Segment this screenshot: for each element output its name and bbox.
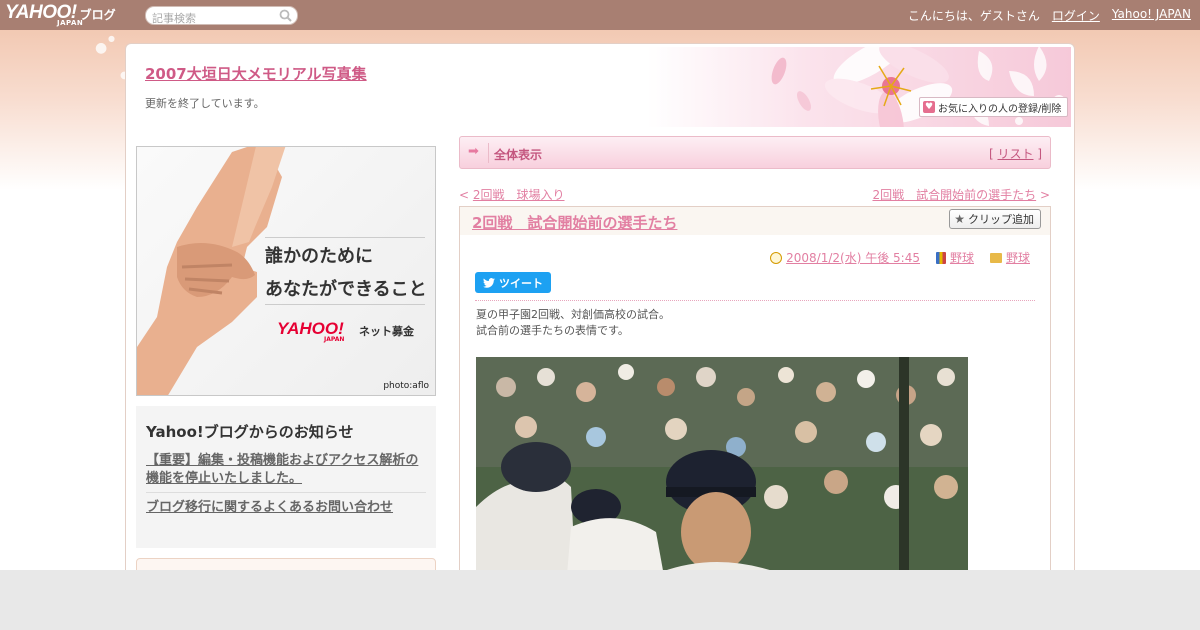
banner-photo-credit: photo:aflo xyxy=(383,381,429,391)
next-article-nav: 2回戦 試合開始前の選手たち > xyxy=(872,188,1050,202)
nav-divider xyxy=(488,143,489,163)
star-icon: ★ xyxy=(954,212,965,226)
clock-icon xyxy=(770,251,783,264)
favorite-button-label: お気に入りの人の登録/削除 xyxy=(938,103,1062,115)
article-folder-link[interactable]: 野球 xyxy=(1006,249,1030,266)
notice-link-important[interactable]: 【重要】編集・投稿機能およびアクセス解析の機能を停止いたしました。 xyxy=(146,452,426,488)
article-category-link[interactable]: 野球 xyxy=(950,249,974,266)
login-link[interactable]: ログイン xyxy=(1052,7,1100,24)
yahoo-japan-link[interactable]: Yahoo! JAPAN xyxy=(1112,7,1191,24)
folder-icon xyxy=(989,252,1002,263)
banner-line2: あなたができること xyxy=(265,279,427,300)
banner-yahoo-japan-text: JAPAN xyxy=(324,336,345,343)
logo-japan-text: JAPAN xyxy=(57,19,84,27)
banner-line1: 誰かのために xyxy=(265,246,373,267)
article-nav-bar: ➡ 全体表示 [ リスト ] xyxy=(459,136,1051,169)
next-article-link[interactable]: 2回戦 試合開始前の選手たち xyxy=(872,188,1036,202)
article-header: 2回戦 試合開始前の選手たち ★ クリップ追加 xyxy=(460,207,1050,235)
article-date: 2008/1/2(水) 午後 5:45 xyxy=(770,249,920,266)
banner-service-name: ネット募金 xyxy=(359,325,414,338)
clip-add-button[interactable]: ★ クリップ追加 xyxy=(949,209,1041,229)
article-divider xyxy=(475,300,1035,301)
search-icon[interactable] xyxy=(279,9,292,22)
banner-rule-bottom xyxy=(265,304,425,305)
greeting-text: こんにちは、ゲストさん xyxy=(907,9,1040,23)
article-body-line: 試合前の選手たちの表情です。 xyxy=(476,324,629,337)
top-bar: YAHOO! JAPAN ブログ こんにちは、ゲストさん ログイン Yahoo!… xyxy=(0,0,1200,30)
book-icon xyxy=(935,251,946,264)
show-all-label[interactable]: 全体表示 xyxy=(494,146,542,163)
search-input[interactable] xyxy=(152,10,277,27)
clip-button-label: クリップ追加 xyxy=(968,213,1034,226)
twitter-bird-icon xyxy=(483,277,495,288)
paw-decoration-icon: ● xyxy=(95,40,108,56)
arrow-right-icon: ➡ xyxy=(468,144,479,159)
search-box[interactable] xyxy=(145,6,298,27)
list-view-toggle: [ リスト ] xyxy=(988,147,1042,161)
blog-container: 2007大垣日大メモリアル写真集 更新を終了しています。 ♥ お気に入りの人の登… xyxy=(125,43,1075,598)
top-right-links: こんにちは、ゲストさん ログイン Yahoo! JAPAN xyxy=(908,7,1191,24)
donation-banner[interactable]: 誰かのために あなたができること YAHOO! JAPAN ネット募金 phot… xyxy=(136,146,436,396)
prev-article-nav: < 2回戦 球場入り xyxy=(459,188,565,202)
article-photo[interactable] xyxy=(476,357,968,587)
article-date-link[interactable]: 2008/1/2(水) 午後 5:45 xyxy=(786,249,920,266)
paw-decoration-icon: ● xyxy=(108,34,115,43)
logo-blog-text: ブログ xyxy=(79,8,116,22)
heart-icon: ♥ xyxy=(923,101,935,113)
article-folder: 野球 xyxy=(989,249,1030,266)
yahoo-blog-logo[interactable]: YAHOO! JAPAN ブログ xyxy=(5,3,116,28)
tweet-label: ツイート xyxy=(499,276,543,290)
list-link[interactable]: リスト xyxy=(997,147,1033,161)
notice-divider xyxy=(146,492,426,493)
tweet-button[interactable]: ツイート xyxy=(475,272,551,293)
favorite-register-button[interactable]: ♥ お気に入りの人の登録/削除 xyxy=(919,97,1069,117)
page-bottom-area xyxy=(0,570,1200,630)
handshake-image xyxy=(137,147,286,395)
notice-title: Yahoo!ブログからのお知らせ xyxy=(146,423,354,441)
article-title[interactable]: 2回戦 試合開始前の選手たち xyxy=(472,212,677,233)
prev-article-link[interactable]: 2回戦 球場入り xyxy=(473,188,565,202)
article-category: 野球 xyxy=(935,249,974,266)
article-body-line: 夏の甲子園2回戦、対創価高校の試合。 xyxy=(476,308,670,321)
blog-title[interactable]: 2007大垣日大メモリアル写真集 xyxy=(145,63,367,84)
article: 2回戦 試合開始前の選手たち ★ クリップ追加 2008/1/2(水) 午後 5… xyxy=(459,206,1051,587)
notice-box: Yahoo!ブログからのお知らせ 【重要】編集・投稿機能およびアクセス解析の機能… xyxy=(136,406,436,548)
banner-rule-top xyxy=(265,237,425,238)
article-body: 夏の甲子園2回戦、対創価高校の試合。 試合前の選手たちの表情です。 xyxy=(476,307,670,339)
article-meta: 2008/1/2(水) 午後 5:45 野球 野球 xyxy=(770,249,1030,266)
blog-description: 更新を終了しています。 xyxy=(145,97,265,110)
blog-header: 2007大垣日大メモリアル写真集 更新を終了しています。 ♥ お気に入りの人の登… xyxy=(129,47,1071,127)
notice-link-faq[interactable]: ブログ移行に関するよくあるお問い合わせ xyxy=(146,499,426,517)
